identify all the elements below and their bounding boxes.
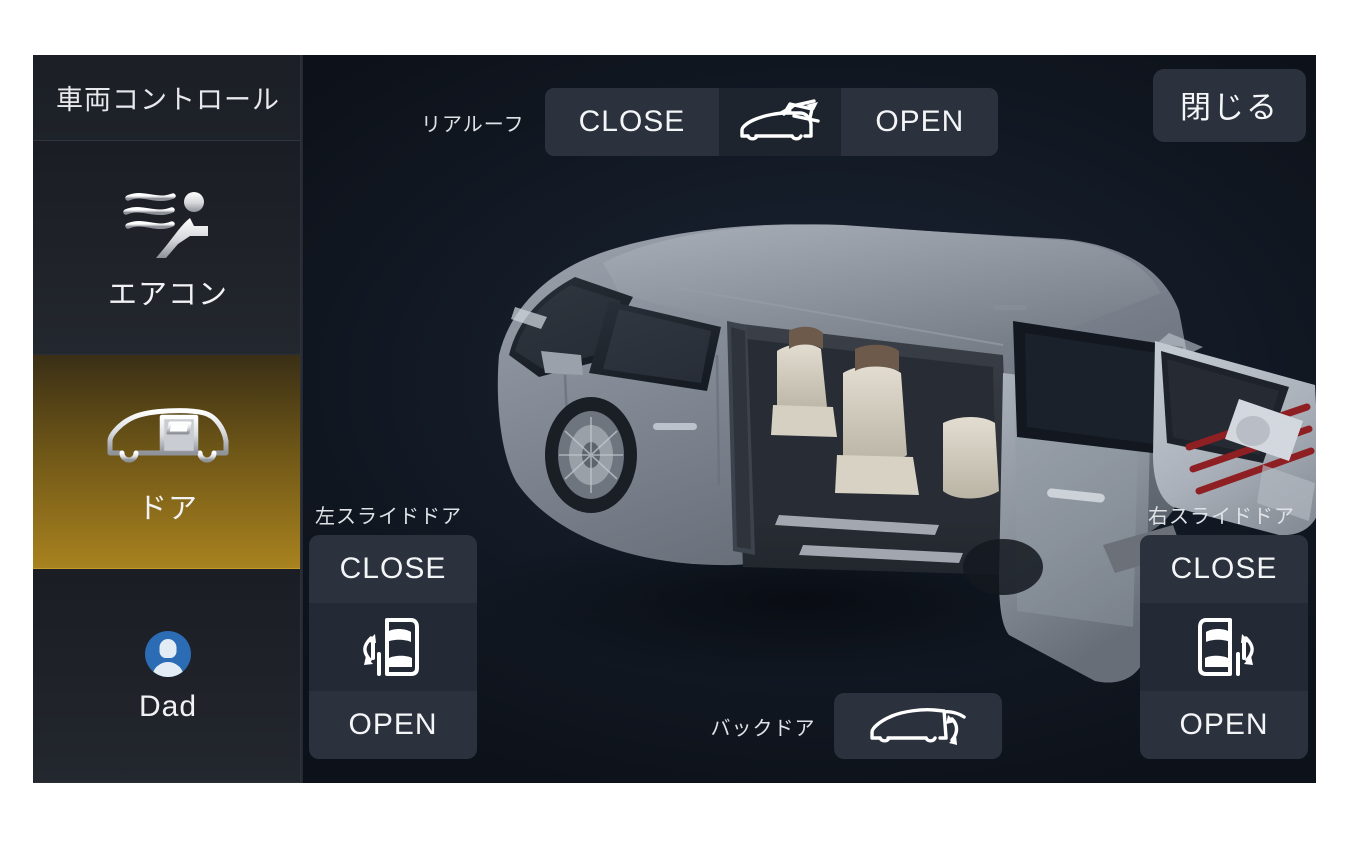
sunroof-slide-icon[interactable]	[719, 88, 842, 156]
vehicle-stage: リアルーフ CLOSE OPEN 閉じる 左スライドドア CLOSE OPEN …	[303, 55, 1316, 783]
avatar	[145, 630, 191, 677]
right-slide-door-close-button[interactable]: CLOSE	[1140, 535, 1308, 603]
back-door-control: バックドア	[711, 693, 1002, 759]
right-slide-door-label: 右スライドドア	[1148, 506, 1295, 528]
left-slide-door-control: 左スライドドア CLOSE OPEN	[309, 500, 477, 759]
user-avatar-icon	[145, 628, 191, 680]
airflow-seat-icon	[116, 183, 220, 261]
rear-roof-segmented: CLOSE OPEN	[544, 88, 999, 156]
right-slide-door-control: 右スライドドア CLOSE OPEN	[1140, 500, 1308, 759]
slide-door-left-icon[interactable]	[309, 603, 477, 691]
left-slide-door-label: 左スライドドア	[315, 506, 462, 528]
rear-roof-close-button[interactable]: CLOSE	[544, 88, 720, 156]
sidebar-item-air-conditioning[interactable]: エアコン	[33, 141, 303, 355]
sidebar-item-label: Dad	[138, 689, 198, 723]
sidebar-header: 車両コントロール	[33, 55, 303, 141]
sidebar-item-label: ドア	[137, 492, 198, 525]
slide-door-right-icon[interactable]	[1140, 603, 1308, 691]
close-button[interactable]: 閉じる	[1153, 69, 1306, 142]
left-slide-door-stack: CLOSE OPEN	[309, 535, 477, 759]
car-door-icon	[100, 397, 236, 475]
vehicle-control-panel: 車両コントロール エアコン ドア Dad リアルーフ CLOSE OPEN 閉じ…	[33, 55, 1316, 783]
rear-roof-open-button[interactable]: OPEN	[841, 88, 999, 156]
back-hatch-icon[interactable]	[833, 693, 1002, 759]
rear-roof-control: リアルーフ CLOSE OPEN	[421, 88, 999, 156]
sidebar-item-door[interactable]: ドア	[33, 355, 303, 569]
sidebar: 車両コントロール エアコン ドア Dad	[33, 55, 303, 783]
sidebar-item-profile[interactable]: Dad	[33, 569, 303, 783]
right-slide-door-open-button[interactable]: OPEN	[1140, 691, 1308, 759]
rear-roof-label: リアルーフ	[421, 113, 525, 136]
left-slide-door-close-button[interactable]: CLOSE	[309, 535, 477, 603]
back-door-label: バックドア	[710, 717, 816, 740]
left-slide-door-open-button[interactable]: OPEN	[309, 691, 477, 759]
right-slide-door-stack: CLOSE OPEN	[1140, 535, 1308, 759]
sidebar-item-label: エアコン	[107, 278, 228, 311]
